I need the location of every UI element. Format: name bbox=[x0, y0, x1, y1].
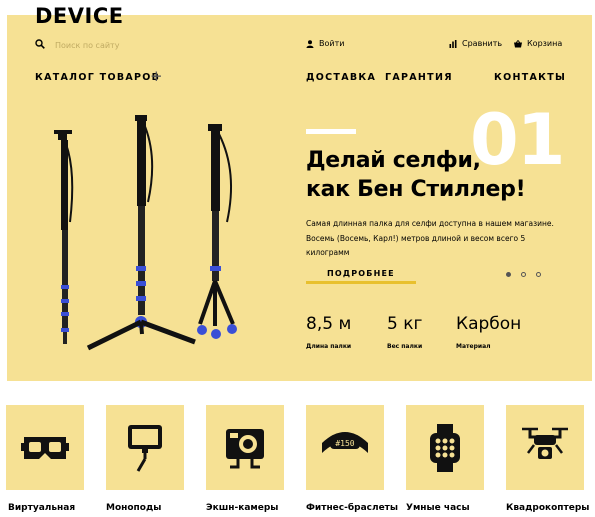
more-button-label: ПОДРОБНЕЕ bbox=[327, 269, 395, 278]
login-link[interactable]: Войти bbox=[306, 39, 344, 48]
compare-icon bbox=[449, 39, 457, 48]
compare-label: Сравнить bbox=[462, 39, 503, 48]
slider-dot-2[interactable] bbox=[521, 272, 526, 277]
fitness-band-icon: #150 bbox=[322, 432, 368, 453]
more-button-underline bbox=[306, 281, 416, 284]
search-input[interactable] bbox=[55, 38, 215, 52]
spec-length-label: Длина палки bbox=[306, 343, 352, 350]
category-vr[interactable] bbox=[6, 405, 84, 490]
spec-weight-value: 5 кг bbox=[387, 314, 423, 334]
category-action-cameras[interactable] bbox=[206, 405, 284, 490]
spec-material-value: Карбон bbox=[456, 314, 522, 334]
compare-link[interactable]: Сравнить bbox=[449, 39, 502, 48]
nav-delivery[interactable]: ДОСТАВКА bbox=[306, 72, 376, 83]
category-monopods-label[interactable]: Моноподы bbox=[106, 503, 161, 513]
category-monopods[interactable] bbox=[106, 405, 184, 490]
nav-contacts[interactable]: КОНТАКТЫ bbox=[494, 72, 566, 83]
slider-dot-3[interactable] bbox=[536, 272, 541, 277]
smart-watch-icon bbox=[430, 424, 460, 472]
spec-length-value: 8,5 м bbox=[306, 314, 352, 334]
category-smart-watches[interactable] bbox=[406, 405, 484, 490]
nav-catalog[interactable]: КАТАЛОГ ТОВАРОВ bbox=[35, 72, 160, 83]
drone-icon bbox=[522, 427, 568, 459]
spec-weight-label: Вес палки bbox=[387, 343, 423, 350]
slide-description-line2: Восемь (Восемь, Карл!) метров длиной и в… bbox=[306, 233, 526, 258]
action-camera-icon bbox=[226, 429, 264, 469]
svg-text:#150: #150 bbox=[335, 439, 354, 448]
slide-dash bbox=[306, 129, 356, 134]
search-icon[interactable] bbox=[35, 39, 45, 49]
slider-dots bbox=[506, 272, 541, 277]
slide-title-line2: как Бен Стиллер! bbox=[306, 177, 526, 202]
category-smart-watches-label[interactable]: Умные часы bbox=[406, 503, 470, 513]
slide-description: Самая длинная палка для селфи доступна в… bbox=[306, 217, 556, 261]
monopod-icon bbox=[128, 425, 162, 472]
cart-label: Корзина bbox=[527, 39, 563, 48]
category-fitness-bands[interactable]: #150 bbox=[306, 405, 384, 490]
category-vr-label[interactable]: Виртуальная bbox=[8, 503, 75, 513]
category-action-cameras-label[interactable]: Экшн-камеры bbox=[206, 503, 278, 513]
slide-description-line1: Самая длинная палка для селфи доступна в… bbox=[306, 219, 554, 228]
cart-icon bbox=[514, 39, 522, 47]
slider-dot-1[interactable] bbox=[506, 272, 511, 277]
login-label: Войти bbox=[319, 39, 345, 48]
slide-title: Делай селфи, как Бен Стиллер! bbox=[306, 146, 526, 204]
more-button[interactable]: ПОДРОБНЕЕ bbox=[306, 268, 416, 284]
vr-headset-icon bbox=[21, 437, 69, 459]
category-drones-label[interactable]: Квадрокоптеры bbox=[506, 503, 589, 513]
slide-title-line1: Делай селфи, bbox=[306, 148, 481, 173]
logo[interactable]: DEVICE bbox=[35, 3, 124, 29]
monopod-product-image bbox=[54, 115, 237, 351]
category-drones[interactable] bbox=[506, 405, 584, 490]
category-fitness-bands-label[interactable]: Фитнес-браслеты bbox=[306, 503, 398, 513]
nav-warranty[interactable]: ГАРАНТИЯ bbox=[385, 72, 453, 83]
user-icon bbox=[306, 39, 314, 48]
spec-material-label: Материал bbox=[456, 343, 491, 350]
plus-icon[interactable]: + bbox=[150, 67, 163, 85]
cart-link[interactable]: Корзина bbox=[514, 39, 562, 48]
